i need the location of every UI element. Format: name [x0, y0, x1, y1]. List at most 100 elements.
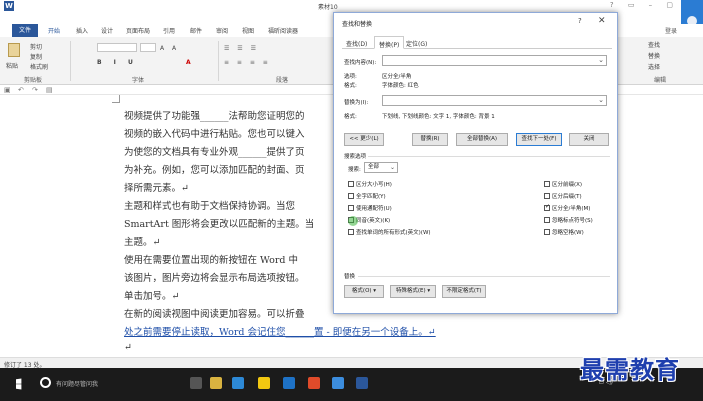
redo-icon[interactable]: ↷ [32, 86, 38, 94]
taskbar-app-icon[interactable] [308, 377, 320, 389]
option-row[interactable]: 区分前缀(X) [544, 180, 582, 188]
checkbox[interactable] [348, 193, 354, 199]
option-label: 区分全/半角(M) [552, 206, 591, 212]
option-row[interactable]: 全字匹配(Y) [348, 192, 386, 200]
tab-insert[interactable]: 插入 [76, 26, 88, 35]
document-line[interactable]: 该图片，图片旁边将会显示布局选项按钮。 [124, 270, 305, 284]
find-options-value: 区分全/半角 [382, 74, 412, 80]
tab-review[interactable]: 审阅 [216, 26, 228, 35]
checkbox[interactable] [348, 205, 354, 211]
tab-design[interactable]: 设计 [101, 26, 113, 35]
taskbar-app-icon[interactable] [258, 377, 270, 389]
replace-section-label: 替换 [344, 274, 356, 280]
window-controls[interactable]: ? ▭ – ▢ [610, 1, 679, 9]
document-line[interactable]: 为使您的文档具有专业外观______提供了页 [124, 144, 305, 158]
option-row[interactable]: 忽略标点符号(S) [544, 216, 593, 224]
select-button[interactable]: 选择 [648, 62, 660, 71]
tab-view[interactable]: 视图 [242, 26, 254, 35]
font-size-select[interactable] [140, 43, 156, 52]
format-button[interactable]: 格式(O) ▾ [344, 285, 384, 298]
document-line[interactable]: 单击加号。↵ [124, 288, 179, 302]
document-line[interactable]: 主题和样式也有助于文档保持协调。当您 [124, 198, 295, 212]
find-what-input[interactable]: ⌄ [382, 55, 607, 66]
chevron-down-icon[interactable]: ⌄ [598, 96, 604, 104]
document-line[interactable]: 在新的阅读视图中阅读更加容易。可以折叠 [124, 306, 305, 320]
checkbox[interactable] [544, 181, 550, 187]
document-line[interactable]: 使用在需要位置出现的新按钮在 Word 中 [124, 252, 298, 266]
help-icon[interactable]: ? [578, 17, 582, 25]
undo-icon[interactable]: ↶ [18, 86, 24, 94]
divider [368, 156, 610, 157]
tab-replace[interactable]: 替换(P) [374, 36, 405, 49]
close-button[interactable]: 关闭 [569, 133, 609, 146]
option-row[interactable]: 忽略空格(W) [544, 228, 584, 236]
close-icon[interactable]: ✕ [598, 16, 606, 26]
group-label-font: 字体 [132, 77, 145, 84]
option-row[interactable]: 使用通配符(U) [348, 204, 392, 212]
taskbar-app-icon[interactable] [356, 377, 368, 389]
document-line[interactable]: 视频提供了功能强______法帮助您证明您的 [124, 108, 305, 122]
document-line[interactable]: 主题。↵ [124, 234, 160, 248]
list-buttons[interactable]: ☰ ☰ ☰ [224, 45, 259, 52]
option-row[interactable]: 区分后缀(T) [544, 192, 582, 200]
checkbox[interactable] [544, 193, 550, 199]
document-line[interactable]: 视频的嵌入代码中进行粘贴。您也可以键入 [124, 126, 305, 140]
paste-icon[interactable] [8, 43, 20, 57]
tab-references[interactable]: 引用 [163, 26, 175, 35]
chevron-down-icon[interactable]: ⌄ [598, 56, 604, 64]
chevron-down-icon[interactable]: ⌄ [390, 163, 395, 172]
tab-file[interactable]: 文件 [12, 24, 38, 37]
save-icon[interactable]: ▣ [4, 86, 11, 94]
checkbox[interactable] [544, 203, 550, 211]
find-button[interactable]: 查找 [648, 40, 660, 49]
layout-icon[interactable]: ▤ [46, 86, 53, 94]
taskbar-app-icon[interactable] [232, 377, 244, 389]
replace-with-input[interactable]: ⌄ [382, 95, 607, 106]
checkbox[interactable] [544, 229, 550, 235]
tab-goto[interactable]: 定位(G) [406, 39, 427, 48]
taskbar-app-icon[interactable] [210, 377, 222, 389]
replace-button[interactable]: 替换(R) [412, 133, 448, 146]
option-row[interactable]: 区分全/半角(M) [544, 203, 591, 212]
checkbox[interactable] [348, 181, 354, 187]
align-buttons[interactable]: ≡ ≡ ≡ ≡ [224, 59, 271, 66]
font-format-buttons[interactable]: B I U [97, 59, 138, 66]
cortana-icon[interactable] [40, 377, 51, 388]
document-line[interactable]: SmartArt 图形将会更改以匹配新的主题。当 [124, 216, 314, 230]
ribbon-divider [218, 41, 219, 81]
tab-mailings[interactable]: 邮件 [190, 26, 202, 35]
taskbar-search[interactable]: 有问题尽管问我 [56, 379, 98, 388]
less-button[interactable]: << 更少(L) [344, 133, 384, 146]
find-what-label: 查找内容(N): [344, 60, 377, 66]
taskbar-app-icon[interactable] [283, 377, 295, 389]
checkbox[interactable] [544, 217, 550, 223]
replace-format-value: 下划线, 下划线颜色: 文字 1, 字体颜色: 背景 1 [382, 114, 495, 120]
taskbar-app-icon[interactable] [332, 377, 344, 389]
format-painter-button[interactable]: 格式刷 [30, 62, 48, 71]
find-next-button[interactable]: 查找下一处(F) [516, 133, 562, 146]
font-name-select[interactable] [97, 43, 137, 52]
option-row[interactable]: 区分大小写(H) [348, 180, 392, 188]
document-line[interactable]: 择所需元素。↵ [124, 180, 189, 194]
search-direction-select[interactable]: 全部 ⌄ [364, 162, 398, 173]
document-line[interactable]: 处之前需要停止读取，Word 会记住您______置 - 即便在另一个设备上。↵ [124, 324, 436, 338]
copy-button[interactable]: 复制 [30, 52, 42, 61]
option-row[interactable]: 查找单词的所有形式(英文)(W) [348, 228, 431, 236]
replace-ribbon-button[interactable]: 替换 [648, 51, 660, 60]
tab-layout[interactable]: 页面布局 [126, 26, 150, 35]
special-button[interactable]: 特殊格式(E) ▾ [390, 285, 436, 298]
paste-button[interactable]: 粘贴 [6, 61, 18, 70]
cut-button[interactable]: 剪切 [30, 42, 42, 51]
replace-all-button[interactable]: 全部替换(A) [456, 133, 508, 146]
checkbox[interactable] [348, 229, 354, 235]
font-color-icon[interactable]: A [186, 59, 191, 66]
windows-start-icon[interactable] [16, 378, 22, 390]
taskbar-app-icon[interactable] [190, 377, 202, 389]
tab-foxit[interactable]: 福昕阅读器 [268, 26, 298, 35]
document-line[interactable]: ↵ [124, 342, 132, 353]
document-line[interactable]: 为补充。例如，您可以添加匹配的封面、页 [124, 162, 305, 176]
login-link[interactable]: 登录 [665, 26, 677, 35]
no-formatting-button[interactable]: 不限定格式(T) [442, 285, 486, 298]
tab-find[interactable]: 查找(D) [346, 39, 367, 48]
font-size-buttons[interactable]: A A [160, 45, 179, 52]
